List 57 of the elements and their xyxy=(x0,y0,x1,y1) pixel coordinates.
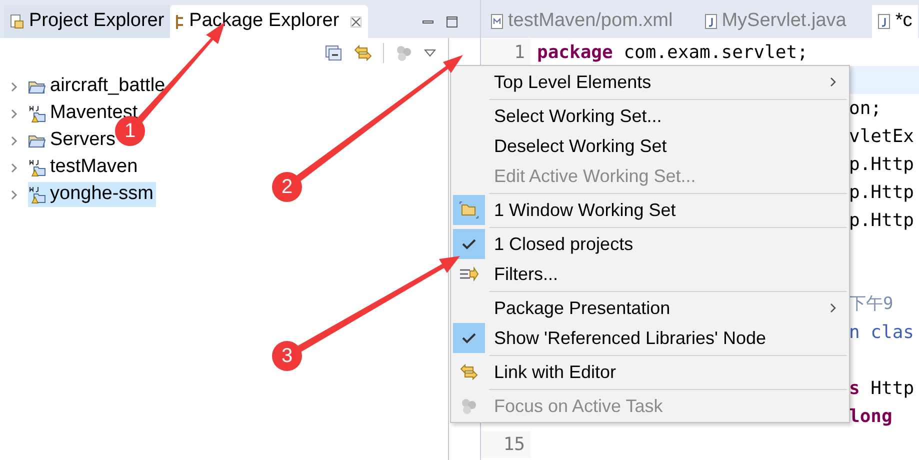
code-text: package com.exam.servlet; xyxy=(537,42,808,62)
project-tree-item[interactable]: aircraft_battle xyxy=(28,74,168,99)
view-tab[interactable]: Package Explorer xyxy=(170,5,368,38)
menu-item[interactable]: Select Working Set... xyxy=(451,101,849,131)
folder-icon xyxy=(28,78,46,94)
project-tree-item[interactable]: Servers xyxy=(28,128,118,153)
line-number: 15 xyxy=(503,432,525,456)
expand-chevron-icon[interactable] xyxy=(10,162,18,174)
project-files-icon xyxy=(10,14,24,30)
menu-item[interactable]: Top Level Elements xyxy=(451,67,849,97)
code-text: on; xyxy=(849,98,882,118)
collapse-all-icon[interactable] xyxy=(325,45,343,61)
java-file-icon xyxy=(704,14,717,29)
line-number: 1 xyxy=(514,40,525,64)
menu-item[interactable]: Deselect Working Set xyxy=(451,131,849,161)
java-file-icon xyxy=(878,14,890,29)
code-text: 下午9 xyxy=(849,293,894,314)
checkmark-icon xyxy=(461,332,477,344)
focus-balls-icon xyxy=(394,44,414,62)
expand-chevron-icon[interactable] xyxy=(10,188,18,200)
menu-item[interactable]: 1 Window Working Set xyxy=(451,195,849,225)
callout-badge: 2 xyxy=(272,172,302,202)
code-text: p.Http xyxy=(849,154,914,174)
expand-chevron-icon[interactable] xyxy=(10,134,18,146)
folders-icon xyxy=(459,201,479,219)
menu-item[interactable]: Filters... xyxy=(451,259,849,289)
checkmark-icon xyxy=(461,238,477,250)
folder-icon xyxy=(28,132,46,148)
editor-tab[interactable]: *c xyxy=(872,5,918,38)
view-menu-icon[interactable] xyxy=(424,49,436,57)
maven-project-icon xyxy=(28,158,46,176)
expand-chevron-icon[interactable] xyxy=(10,108,18,120)
maximize-icon[interactable] xyxy=(446,16,458,28)
callout-badge: 3 xyxy=(272,341,302,371)
project-tree-item[interactable]: testMaven xyxy=(28,155,140,180)
close-icon[interactable] xyxy=(350,16,362,28)
view-tab[interactable]: Project Explorer xyxy=(4,5,170,38)
code-text: long xyxy=(849,406,892,426)
filter-icon xyxy=(459,266,479,282)
menu-item[interactable]: Package Presentation xyxy=(451,293,849,323)
code-text: n clas xyxy=(849,322,914,342)
code-text: s Http xyxy=(849,378,914,398)
link-arrows-icon xyxy=(459,363,479,381)
expand-chevron-icon[interactable] xyxy=(10,80,18,92)
code-text: vletEx xyxy=(849,126,914,146)
code-text: p.Http xyxy=(849,210,914,230)
maven-project-icon xyxy=(28,186,46,204)
menu-item[interactable]: Show 'Referenced Libraries' Node xyxy=(451,323,849,353)
menu-item[interactable]: 1 Closed projects xyxy=(451,229,849,259)
maven-project-icon xyxy=(28,104,46,122)
xml-file-icon xyxy=(491,14,503,29)
code-text: p.Http xyxy=(849,182,914,202)
focus-balls-icon xyxy=(459,397,479,415)
menu-item[interactable]: Link with Editor xyxy=(451,357,849,387)
link-arrows-icon xyxy=(353,44,373,62)
project-tree-item[interactable]: yonghe-ssm xyxy=(28,182,156,207)
package-tree-icon xyxy=(176,14,184,28)
